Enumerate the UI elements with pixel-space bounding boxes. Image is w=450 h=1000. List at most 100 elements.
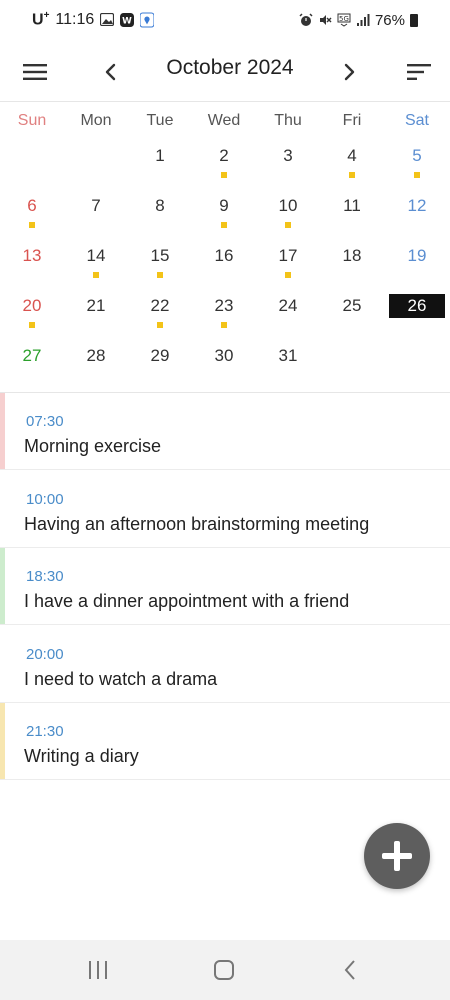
day-number: 18	[342, 246, 362, 265]
weekday-label-mon: Mon	[80, 112, 112, 129]
calendar-day[interactable]: 21	[68, 292, 124, 336]
day-number: 21	[86, 296, 106, 315]
event-time: 18:30	[26, 568, 64, 585]
event-item[interactable]: 10:00 Having an afternoon brainstorming m…	[0, 471, 450, 548]
calendar-day[interactable]: 7	[68, 192, 124, 236]
event-title: Morning exercise	[24, 436, 162, 456]
calendar-day[interactable]: 17	[260, 242, 316, 286]
event-title: I need to watch a drama	[24, 668, 218, 689]
day-number: 30	[214, 346, 234, 365]
day-number: 26	[407, 296, 427, 315]
carrier-text: U	[32, 11, 44, 29]
hamburger-menu-icon[interactable]	[15, 52, 55, 92]
day-number: 24	[278, 296, 298, 315]
sort-lines-icon[interactable]	[399, 52, 439, 92]
calendar-day[interactable]: 20	[4, 292, 60, 336]
event-item[interactable]: 21:30 Writing a diary	[0, 703, 450, 780]
day-number: 5	[412, 146, 422, 165]
chevron-left-icon[interactable]	[90, 52, 130, 92]
calendar-day[interactable]: 10	[260, 192, 316, 236]
weekday-label-wed: Wed	[207, 112, 241, 129]
day-number: 17	[278, 246, 298, 265]
calendar-day[interactable]: 1	[132, 142, 188, 186]
calendar-day[interactable]: 15	[132, 242, 188, 286]
event-time: 20:00	[26, 645, 64, 663]
weekday-label-sun: Sun	[17, 112, 47, 129]
calendar-day[interactable]: 27	[4, 342, 60, 386]
event-title: I have a dinner appointment with a frien…	[24, 591, 350, 611]
calendar-day[interactable]: 29	[132, 342, 188, 386]
day-number: 20	[22, 296, 42, 315]
event-item[interactable]: 07:30 Morning exercise	[0, 393, 450, 470]
event-dot	[157, 272, 163, 278]
status-right: 5G 76%	[299, 12, 418, 29]
calendar-day[interactable]: 18	[324, 242, 380, 286]
event-dot	[221, 172, 227, 178]
calendar-day[interactable]: 9	[196, 192, 252, 236]
event-dot	[157, 322, 163, 328]
back-icon[interactable]	[330, 954, 370, 986]
calendar-day[interactable]: 25	[324, 292, 380, 336]
calendar-day[interactable]: 26	[389, 292, 445, 336]
calendar-day[interactable]: 30	[196, 342, 252, 386]
calendar-day[interactable]: 14	[68, 242, 124, 286]
recents-icon[interactable]	[78, 954, 118, 986]
event-title: Having an afternoon brainstorming meetin…	[24, 513, 370, 534]
calendar-day[interactable]: 8	[132, 192, 188, 236]
carrier-sup: +	[43, 10, 50, 22]
event-item[interactable]: 20:00 I need to watch a drama	[0, 626, 450, 703]
calendar-day[interactable]: 12	[389, 192, 445, 236]
weekday-label-fri: Fri	[342, 112, 362, 129]
event-dot	[285, 272, 291, 278]
event-item[interactable]: 18:30 I have a dinner appointment with a …	[0, 548, 450, 625]
status-left: U+ 11:16 W	[32, 10, 155, 29]
home-icon[interactable]	[204, 954, 244, 986]
calendar-day[interactable]: 19	[389, 242, 445, 286]
weekday-label-thu: Thu	[274, 112, 302, 129]
day-number: 13	[22, 246, 42, 265]
clock-time: 11:16	[55, 10, 95, 28]
day-number: 15	[150, 246, 170, 265]
day-number: 16	[214, 246, 234, 265]
day-number: 31	[278, 346, 298, 365]
calendar-day[interactable]: 28	[68, 342, 124, 386]
mute-icon	[318, 13, 332, 27]
day-number: 22	[150, 296, 170, 315]
event-color-bar	[0, 703, 5, 779]
calendar-day[interactable]: 4	[324, 142, 380, 186]
calendar-day[interactable]: 23	[196, 292, 252, 336]
day-number: 11	[343, 196, 361, 215]
app-header: October 2024	[0, 40, 450, 102]
weekday-header: Sun Mon Tue Wed Thu Fri Sat	[0, 112, 450, 136]
calendar-day[interactable]: 13	[4, 242, 60, 286]
chevron-right-icon[interactable]	[330, 52, 370, 92]
event-dot	[29, 322, 35, 328]
event-dot	[349, 172, 355, 178]
day-number: 25	[342, 296, 362, 315]
signal-icon	[356, 13, 370, 27]
day-number: 12	[407, 196, 427, 215]
calendar-day[interactable]: 5	[389, 142, 445, 186]
calendar-day[interactable]: 31	[260, 342, 316, 386]
event-color-bar	[0, 393, 5, 469]
event-color-bar	[0, 548, 5, 624]
system-nav-bar	[0, 940, 450, 1000]
day-number: 2	[219, 146, 229, 165]
weekday-label-sat: Sat	[404, 112, 429, 129]
event-title: Writing a diary	[24, 746, 139, 766]
add-event-button[interactable]	[364, 823, 430, 889]
calendar-day[interactable]: 3	[260, 142, 316, 186]
calendar-day[interactable]: 22	[132, 292, 188, 336]
calendar-day[interactable]: 2	[196, 142, 252, 186]
day-number: 19	[407, 246, 427, 265]
calendar-day[interactable]: 16	[196, 242, 252, 286]
calendar-day[interactable]: 11	[324, 192, 380, 236]
day-number: 27	[22, 346, 42, 365]
day-number: 1	[155, 146, 165, 165]
event-dot	[29, 222, 35, 228]
w-app-icon: W	[120, 12, 135, 27]
day-number: 3	[283, 146, 293, 165]
event-dot	[221, 222, 227, 228]
calendar-day[interactable]: 24	[260, 292, 316, 336]
calendar-day[interactable]: 6	[4, 192, 60, 236]
